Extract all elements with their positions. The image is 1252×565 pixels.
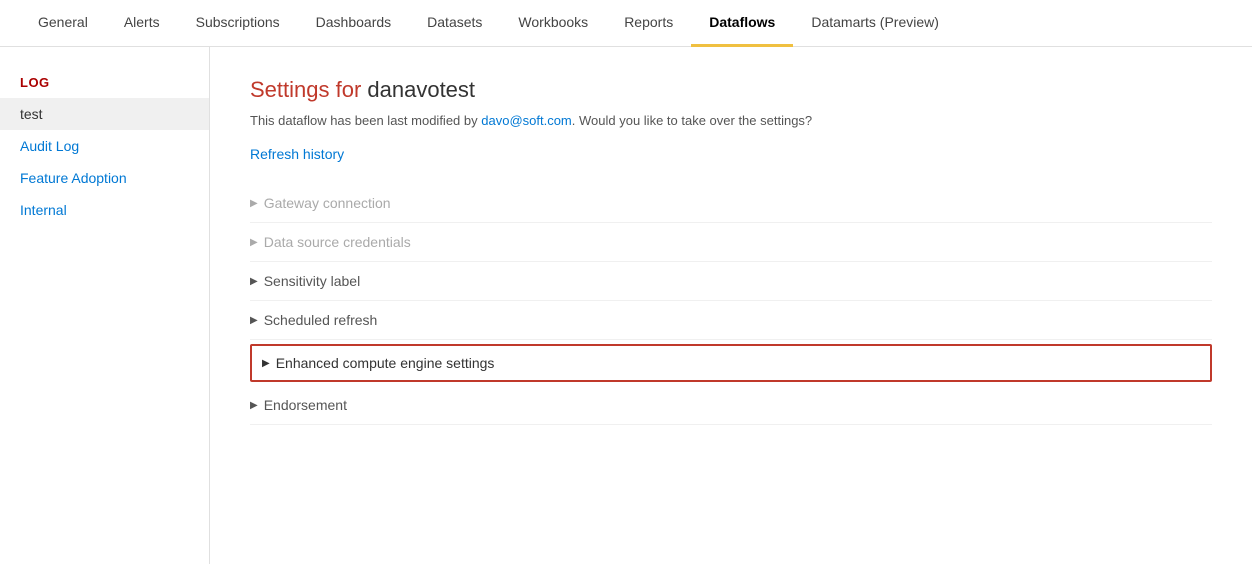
nav-datasets[interactable]: Datasets — [409, 0, 500, 47]
nav-reports[interactable]: Reports — [606, 0, 691, 47]
subtitle-before: This dataflow has been last modified by — [250, 113, 481, 128]
nav-general[interactable]: General — [20, 0, 106, 47]
chevron-icon: ▶ — [250, 237, 258, 248]
section-scheduled[interactable]: ▶ Scheduled refresh — [250, 301, 1212, 340]
section-gateway-label: Gateway connection — [264, 195, 391, 211]
section-enhanced[interactable]: ▶ Enhanced compute engine settings — [250, 344, 1212, 382]
section-scheduled-label: Scheduled refresh — [264, 312, 378, 328]
nav-alerts[interactable]: Alerts — [106, 0, 178, 47]
section-datasource[interactable]: ▶ Data source credentials — [250, 223, 1212, 262]
section-endorsement-label: Endorsement — [264, 397, 347, 413]
page-title-name: danavotest — [367, 77, 475, 102]
sections-container: ▶ Gateway connection ▶ Data source crede… — [250, 184, 1212, 425]
sidebar-item-feature-adoption[interactable]: Feature Adoption — [0, 162, 209, 194]
page-title-prefix: Settings for — [250, 77, 367, 102]
main-layout: LOG test Audit Log Feature Adoption Inte… — [0, 47, 1252, 564]
refresh-history-link[interactable]: Refresh history — [250, 146, 344, 162]
chevron-icon: ▶ — [250, 400, 258, 411]
nav-datamarts[interactable]: Datamarts (Preview) — [793, 0, 957, 47]
section-enhanced-label: Enhanced compute engine settings — [276, 355, 495, 371]
sidebar-item-test[interactable]: test — [0, 98, 209, 130]
nav-dashboards[interactable]: Dashboards — [298, 0, 410, 47]
subtitle-email[interactable]: davo@soft.com — [481, 113, 572, 128]
nav-workbooks[interactable]: Workbooks — [500, 0, 606, 47]
subtitle-after: . Would you like to take over the settin… — [572, 113, 812, 128]
page-title: Settings for danavotest — [250, 77, 1212, 103]
chevron-icon: ▶ — [250, 198, 258, 209]
sidebar-item-audit-log[interactable]: Audit Log — [0, 130, 209, 162]
sidebar-item-internal[interactable]: Internal — [0, 194, 209, 226]
sidebar: LOG test Audit Log Feature Adoption Inte… — [0, 47, 210, 564]
section-datasource-label: Data source credentials — [264, 234, 411, 250]
nav-dataflows[interactable]: Dataflows — [691, 0, 793, 47]
section-sensitivity-label: Sensitivity label — [264, 273, 361, 289]
chevron-icon: ▶ — [250, 276, 258, 287]
content-area: Settings for danavotest This dataflow ha… — [210, 47, 1252, 564]
section-gateway[interactable]: ▶ Gateway connection — [250, 184, 1212, 223]
nav-subscriptions[interactable]: Subscriptions — [178, 0, 298, 47]
top-nav: General Alerts Subscriptions Dashboards … — [0, 0, 1252, 47]
chevron-icon: ▶ — [262, 358, 270, 369]
page-subtitle: This dataflow has been last modified by … — [250, 113, 1212, 128]
section-sensitivity[interactable]: ▶ Sensitivity label — [250, 262, 1212, 301]
chevron-icon: ▶ — [250, 315, 258, 326]
section-endorsement[interactable]: ▶ Endorsement — [250, 386, 1212, 425]
sidebar-item-log[interactable]: LOG — [0, 67, 209, 98]
